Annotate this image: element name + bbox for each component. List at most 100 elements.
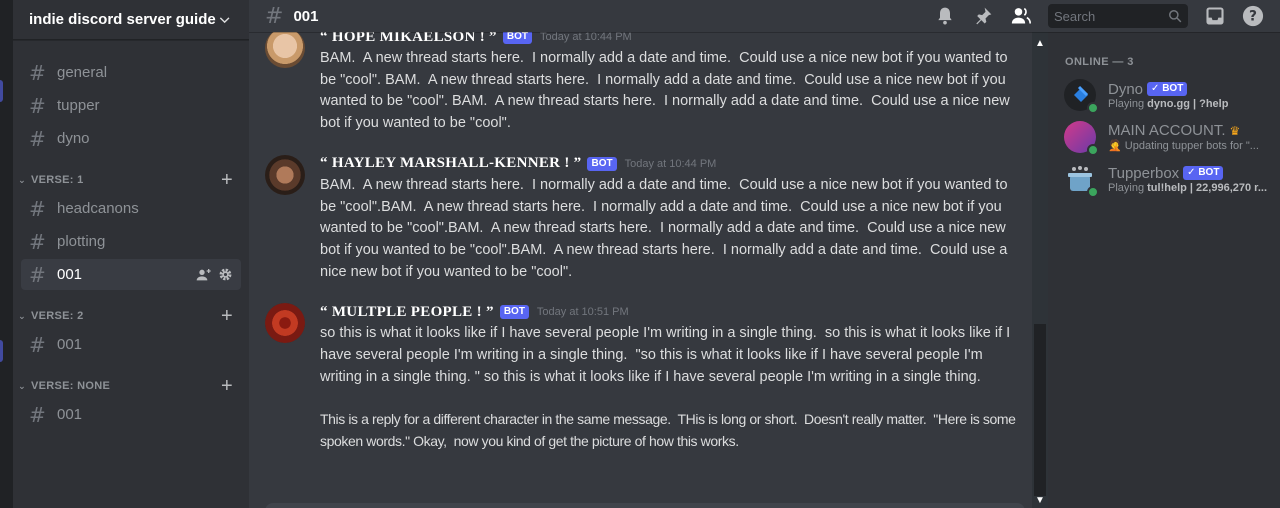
bot-badge: BOT (587, 156, 617, 171)
bot-badge: ✓ BOT (1147, 82, 1188, 96)
channel-general[interactable]: # general (21, 57, 241, 88)
inbox-icon[interactable] (1204, 5, 1226, 27)
server-name: indie discord server guide (29, 11, 216, 28)
activity-text: tul!help | 22,996,270 r... (1147, 181, 1267, 194)
channel-dyno[interactable]: # dyno (21, 123, 241, 154)
server-indicator (0, 340, 3, 362)
message-text-reply: This is a reply for a different characte… (320, 411, 1020, 450)
caret-down-icon: ⌄ (18, 380, 26, 391)
channel-001-active[interactable]: #001 (21, 259, 241, 290)
invite-icon[interactable] (196, 267, 212, 283)
author-name[interactable]: “ HAYLEY MARSHALL-KENNER ! ” (320, 155, 581, 172)
channel-sidebar: indie discord server guide # general # tup… (13, 0, 249, 508)
member-name: MAIN ACCOUNT. (1108, 122, 1226, 139)
online-status-icon (1087, 144, 1099, 156)
author-name[interactable]: “ HOPE MIKAELSON ! ” (320, 32, 497, 46)
channel-name: tupper (57, 97, 100, 114)
message: “ HOPE MIKAELSON ! ” BOT Today at 10:44 … (249, 32, 1032, 135)
channel-list: # general # tupper # dyno ⌄ VERSE: 1 + # headc… (13, 40, 249, 430)
category-verse-1[interactable]: ⌄ VERSE: 1 + (13, 168, 249, 192)
message-header: “ MULTPLE PEOPLE ! ” BOT Today at 10:51 … (320, 301, 1016, 323)
activity-prefix: Playing (1108, 97, 1148, 110)
member-name: Dyno (1108, 80, 1144, 98)
message-header: “ HAYLEY MARSHALL-KENNER ! ” BOT Today a… (320, 153, 1016, 175)
avatar-hayley[interactable] (265, 154, 305, 195)
message-header: “ HOPE MIKAELSON ! ” BOT Today at 10:44 … (320, 32, 1016, 48)
hash-icon: # (29, 332, 46, 357)
avatar-hope[interactable] (265, 32, 305, 68)
scroll-down-arrow-icon[interactable]: ▼ (1032, 495, 1048, 506)
channel-001[interactable]: #001 (21, 329, 241, 360)
member-list: ONLINE — 3 Dyno ✓ BOT Playing dyno.gg | ?… (1048, 32, 1280, 508)
bell-icon[interactable] (934, 5, 956, 27)
channel-headcanons[interactable]: # headcanons (21, 193, 241, 224)
crown-icon: ♛ (1229, 123, 1241, 138)
channel-header: # 001 Search ? (249, 0, 1280, 32)
message: “ HAYLEY MARSHALL-KENNER ! ” BOT Today a… (249, 153, 1032, 284)
channel-name: 001 (57, 406, 83, 423)
online-status-icon (1087, 186, 1099, 198)
channel-tupper[interactable]: # tupper (21, 90, 241, 121)
category-verse-2[interactable]: ⌄ VERSE: 2 + (13, 304, 249, 328)
timestamp: Today at 10:44 PM (624, 157, 717, 170)
hash-icon: # (29, 229, 46, 254)
add-channel-icon[interactable]: + (221, 375, 233, 398)
online-status-icon (1087, 102, 1099, 114)
activity-text: Updating tupper bots for "... (1124, 140, 1259, 152)
message: “ MULTPLE PEOPLE ! ” BOT Today at 10:51 … (249, 301, 1032, 453)
svg-text:?: ? (1249, 9, 1257, 25)
discord-app: indie discord server guide # general # tup… (0, 0, 1280, 508)
category-name: VERSE: 2 (31, 310, 84, 322)
member-dyno[interactable]: Dyno ✓ BOT Playing dyno.gg | ?help (1048, 74, 1280, 116)
member-main-account[interactable]: MAIN ACCOUNT. ♛ 🤦 Updating tupper bots fo… (1048, 116, 1280, 158)
channel-name: general (57, 64, 108, 81)
hash-icon: # (29, 402, 46, 427)
channel-name: 001 (57, 336, 83, 353)
member-tupperbox[interactable]: Tupperbox ✓ BOT Playing tul!help | 22,996… (1048, 158, 1280, 200)
search-input[interactable]: Search (1048, 4, 1188, 28)
server-header[interactable]: indie discord server guide (13, 0, 249, 40)
avatar-main-account (1064, 121, 1099, 156)
activity-emoji: 🤦 (1108, 140, 1125, 152)
search-icon (1169, 10, 1182, 23)
search-placeholder: Search (1054, 8, 1096, 24)
hash-icon: # (29, 196, 46, 221)
message-composer[interactable] (265, 503, 1025, 508)
members-icon[interactable] (1010, 5, 1032, 27)
caret-down-icon: ⌄ (18, 310, 26, 321)
avatar-dyno (1064, 79, 1099, 114)
channel-name: plotting (57, 233, 106, 250)
pin-icon[interactable] (972, 5, 994, 27)
member-activity: 🤦 Updating tupper bots for "... (1108, 139, 1259, 152)
scroll-up-arrow-icon[interactable]: ▲ (1032, 38, 1048, 49)
hash-icon: # (265, 3, 284, 29)
member-activity: Playing tul!help | 22,996,270 r... (1108, 182, 1267, 194)
category-verse-none[interactable]: ⌄ VERSE: NONE + (13, 374, 249, 398)
message-text: so this is what it looks like if I have … (320, 325, 1015, 385)
member-activity: Playing dyno.gg | ?help (1108, 98, 1228, 110)
caret-down-icon: ⌄ (18, 174, 26, 185)
message-list: “ HOPE MIKAELSON ! ” BOT Today at 10:44 … (249, 32, 1032, 508)
hash-icon: # (29, 126, 46, 151)
bot-badge: ✓ BOT (1183, 166, 1224, 180)
activity-text: dyno.gg | ?help (1147, 97, 1229, 110)
channel-plotting[interactable]: # plotting (21, 226, 241, 257)
add-channel-icon[interactable]: + (221, 305, 233, 328)
message-text: BAM. A new thread starts here. I normall… (320, 50, 1014, 132)
add-channel-icon[interactable]: + (221, 169, 233, 192)
chat-scrollbar[interactable]: ▲ ▼ (1032, 32, 1048, 508)
member-name: Tupperbox (1108, 164, 1180, 182)
activity-prefix: Playing (1108, 181, 1148, 194)
author-name[interactable]: “ MULTPLE PEOPLE ! ” (320, 304, 494, 321)
scrollbar-thumb[interactable] (1034, 324, 1046, 496)
channel-001[interactable]: #001 (21, 399, 241, 430)
category-name: VERSE: NONE (31, 380, 111, 392)
channel-name: 001 (57, 266, 83, 283)
gear-icon[interactable] (218, 267, 233, 282)
member-group-label: ONLINE — 3 (1065, 56, 1134, 68)
help-icon[interactable]: ? (1242, 5, 1264, 27)
bot-badge: BOT (499, 305, 529, 320)
channel-name: headcanons (57, 200, 139, 217)
hash-icon: # (29, 93, 46, 118)
avatar-rose[interactable] (265, 303, 305, 344)
